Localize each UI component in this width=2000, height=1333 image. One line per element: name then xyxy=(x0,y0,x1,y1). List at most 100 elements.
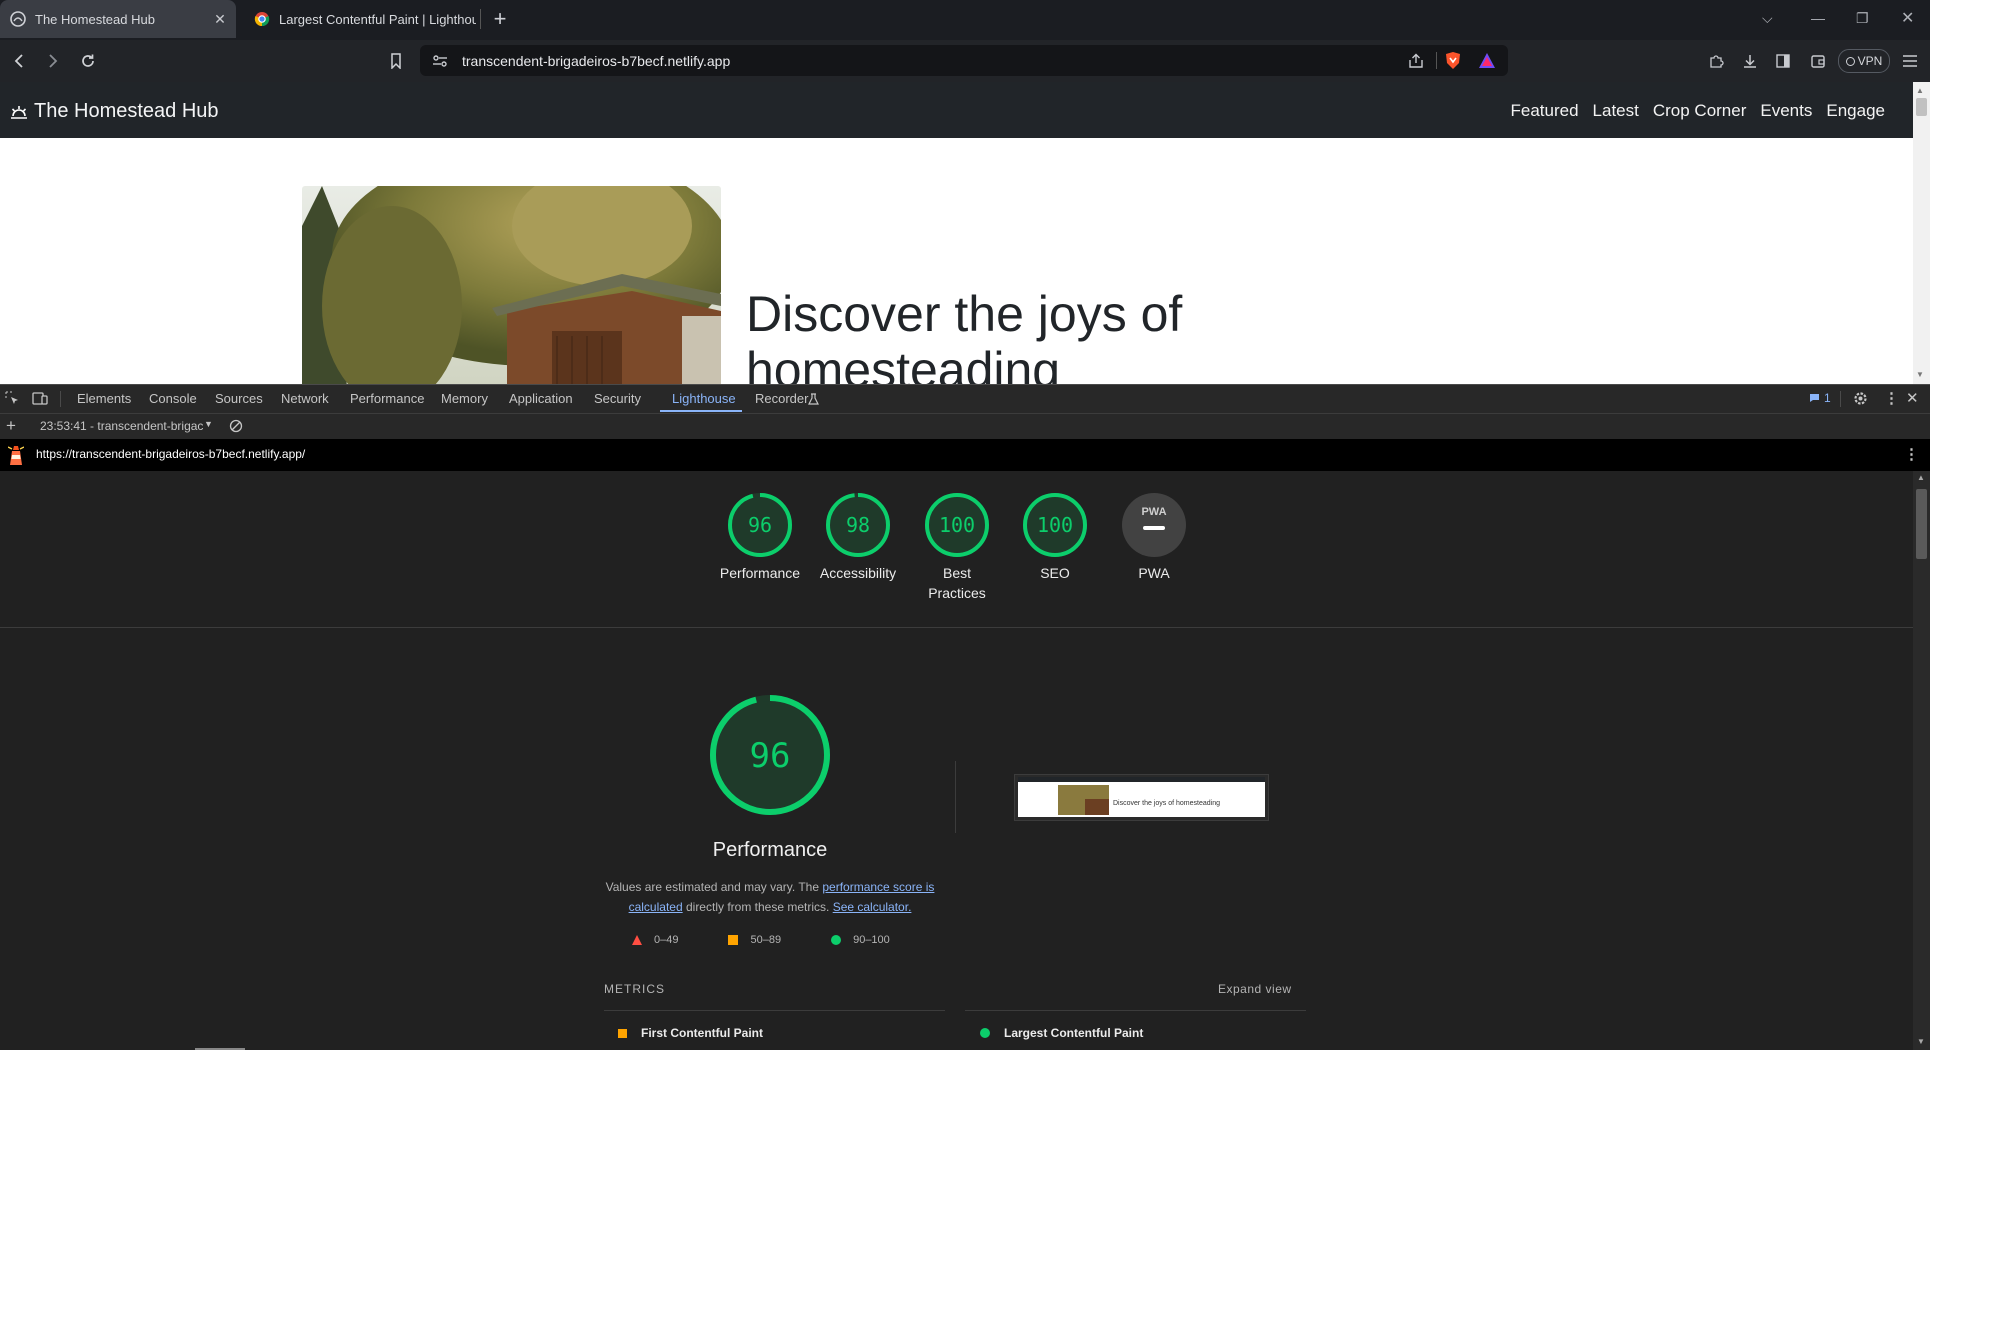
site-info-icon[interactable] xyxy=(432,54,448,68)
metrics-heading: METRICS xyxy=(604,982,665,996)
gauge-ring: 100 xyxy=(1023,493,1087,557)
gauge-score: 100 xyxy=(939,513,975,537)
wallet-icon[interactable] xyxy=(1806,49,1830,73)
expand-view-toggle[interactable]: Expand view xyxy=(1218,982,1292,996)
nav-link-events[interactable]: Events xyxy=(1760,101,1812,121)
site-brand[interactable]: The Homestead Hub xyxy=(10,100,219,123)
legend-average: 50–89 xyxy=(728,934,781,946)
devtools-tab-sources[interactable]: Sources xyxy=(215,391,263,406)
gauge-ring: 98 xyxy=(826,493,890,557)
gauge-ring: 100 xyxy=(925,493,989,557)
devtools-tab-console[interactable]: Console xyxy=(149,391,197,406)
metrics-rule xyxy=(604,1010,945,1011)
vpn-label: VPN xyxy=(1857,54,1883,68)
report-scrollbar[interactable]: ▲ ▼ xyxy=(1913,471,1930,1050)
nav-link-engage[interactable]: Engage xyxy=(1826,101,1885,121)
legend-label: 90–100 xyxy=(853,934,890,946)
metric-label: First Contentful Paint xyxy=(641,1026,763,1040)
report-select-caret-icon[interactable]: ▼ xyxy=(204,419,213,429)
devtools-tab-memory[interactable]: Memory xyxy=(441,391,488,406)
final-screenshot-thumbnail[interactable]: Discover the joys of homesteading xyxy=(1014,774,1269,821)
site-favicon-icon xyxy=(10,11,26,27)
legend-pass: 90–100 xyxy=(831,934,890,946)
gauge-score: 100 xyxy=(1037,513,1073,537)
devtools-tab-application[interactable]: Application xyxy=(509,391,573,406)
metric-first-contentful-paint[interactable]: First Contentful Paint xyxy=(618,1026,763,1040)
devtools-tab-security[interactable]: Security xyxy=(594,391,641,406)
desc-text: Values are estimated and may vary. The xyxy=(605,880,823,894)
report-select[interactable]: 23:53:41 - transcendent-brigac xyxy=(40,419,203,433)
gauge-ring: 96 xyxy=(728,493,792,557)
metrics-rule xyxy=(965,1010,1306,1011)
more-options-icon[interactable]: ⋮ xyxy=(1884,389,1899,407)
big-score: 96 xyxy=(750,736,791,776)
brave-shields-icon[interactable] xyxy=(1444,51,1462,70)
clear-reports-icon[interactable] xyxy=(229,419,243,433)
section-divider xyxy=(0,627,1913,628)
lighthouse-toolbar: + 23:53:41 - transcendent-brigac ▼ xyxy=(0,413,1930,439)
nav-link-latest[interactable]: Latest xyxy=(1593,101,1639,121)
nav-link-featured[interactable]: Featured xyxy=(1510,101,1578,121)
pwa-badge-text: PWA xyxy=(1141,506,1166,518)
close-devtools-icon[interactable]: ✕ xyxy=(1906,389,1919,407)
see-calculator-link[interactable]: See calculator. xyxy=(833,900,912,914)
tab-strip: The Homestead Hub ✕ Largest Contentful P… xyxy=(0,0,1930,40)
pass-circle-icon xyxy=(831,935,842,945)
minimize-icon[interactable]: — xyxy=(1811,10,1825,26)
pwa-badge-icon: PWA xyxy=(1122,493,1186,557)
address-bar[interactable]: transcendent-brigadeiros-b7becf.netlify.… xyxy=(420,45,1508,76)
devtools-tab-recorder[interactable]: Recorder xyxy=(755,391,808,406)
average-square-icon xyxy=(728,935,739,945)
tab-list-chevron-icon[interactable]: ⌵ xyxy=(1762,10,1773,27)
extensions-icon[interactable] xyxy=(1704,49,1728,73)
issues-count: 1 xyxy=(1824,391,1831,405)
gauge-pwa[interactable]: PWA PWA xyxy=(1094,491,1214,583)
inspect-element-icon[interactable] xyxy=(5,391,20,406)
devtools-tab-lighthouse[interactable]: Lighthouse xyxy=(672,391,736,406)
page-content: Discover the joys of homesteading xyxy=(0,138,1913,384)
share-icon[interactable] xyxy=(1408,53,1424,69)
back-icon[interactable] xyxy=(7,49,31,73)
vpn-button[interactable]: VPN xyxy=(1838,49,1890,73)
devtools-tab-elements[interactable]: Elements xyxy=(77,391,131,406)
tab-lcp-article[interactable]: Largest Contentful Paint | Lighthou xyxy=(244,0,476,38)
sunrise-icon xyxy=(11,105,27,119)
device-toolbar-icon[interactable] xyxy=(32,391,48,406)
issue-message-icon xyxy=(1810,394,1819,402)
reload-icon[interactable] xyxy=(76,49,100,73)
bookmark-icon[interactable] xyxy=(384,49,408,73)
performance-big-gauge: 96 xyxy=(710,695,830,815)
nav-link-crop-corner[interactable]: Crop Corner xyxy=(1653,101,1747,121)
metric-label: Largest Contentful Paint xyxy=(1004,1026,1144,1040)
devtools-tab-performance[interactable]: Performance xyxy=(350,391,424,406)
new-tab-icon[interactable]: + xyxy=(490,6,510,32)
tab-title: Largest Contentful Paint | Lighthou xyxy=(279,11,476,27)
restore-icon[interactable]: ❐ xyxy=(1856,10,1869,27)
menu-icon[interactable] xyxy=(1898,49,1922,73)
performance-title: Performance xyxy=(712,839,828,861)
chrome-favicon-icon xyxy=(254,12,270,27)
legend-fail: 0–49 xyxy=(632,934,678,946)
close-window-icon[interactable]: ✕ xyxy=(1901,8,1914,28)
tab-homestead-hub[interactable]: The Homestead Hub ✕ xyxy=(0,0,236,38)
sidebar-icon[interactable] xyxy=(1771,49,1795,73)
issues-counter[interactable]: 1 xyxy=(1809,391,1831,405)
settings-gear-icon[interactable] xyxy=(1853,391,1868,406)
new-report-icon[interactable]: + xyxy=(6,416,16,436)
legend-label: 0–49 xyxy=(654,934,679,946)
close-tab-icon[interactable]: ✕ xyxy=(210,11,230,28)
report-divider-handle[interactable] xyxy=(195,1048,245,1050)
report-url[interactable]: https://transcendent-brigadeiros-b7becf.… xyxy=(36,447,305,461)
brave-rewards-icon[interactable] xyxy=(1478,52,1496,69)
report-menu-icon[interactable]: ⋮ xyxy=(1904,445,1919,463)
site-nav-links: Featured Latest Crop Corner Events Engag… xyxy=(1510,101,1885,121)
tab-separator xyxy=(480,9,481,29)
legend-label: 50–89 xyxy=(750,934,782,946)
metric-largest-contentful-paint[interactable]: Largest Contentful Paint xyxy=(980,1026,1143,1040)
page-scrollbar[interactable]: ▲ ▼ xyxy=(1913,82,1930,384)
forward-icon[interactable] xyxy=(41,49,65,73)
devtools-tab-network[interactable]: Network xyxy=(281,391,329,406)
downloads-icon[interactable] xyxy=(1738,49,1762,73)
fail-triangle-icon xyxy=(632,935,642,945)
selected-tab-indicator xyxy=(660,410,742,412)
